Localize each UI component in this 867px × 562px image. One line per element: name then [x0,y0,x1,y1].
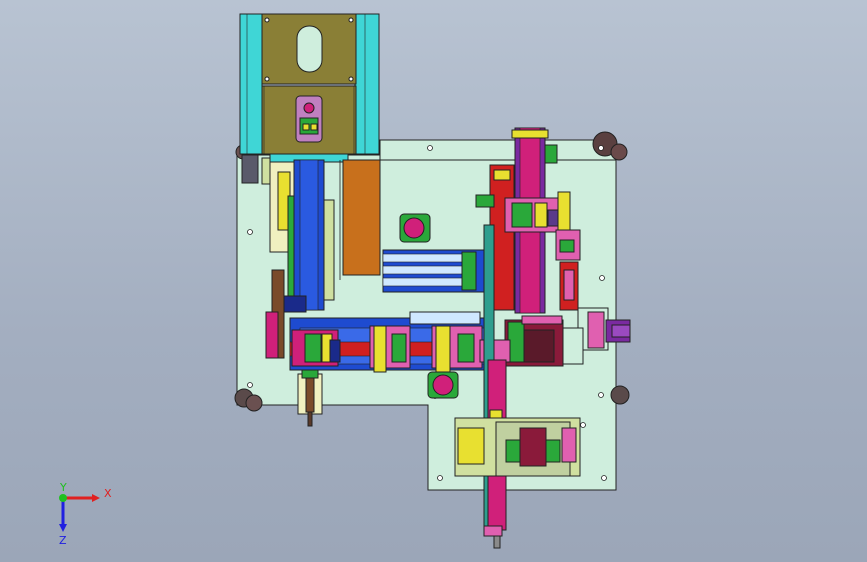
axis-triad: X Y Z [59,481,112,547]
foot [610,385,630,405]
tower-slot [296,25,323,73]
station-2 [369,325,411,373]
tower-frame-right [354,13,380,155]
y-axis-label: Y [59,481,67,494]
side-bracket [241,154,259,184]
station-1 [291,329,341,367]
foot [610,143,628,161]
foot [245,394,263,412]
z-axis-label: Z [59,534,67,547]
cad-model-canvas[interactable]: X Y Z [0,0,867,562]
base-plate-upper [379,139,617,161]
orange-plate [342,159,381,276]
x-axis-label: X [104,487,112,500]
cad-viewport[interactable]: X Y Z [0,0,867,562]
lower-pad [432,374,454,396]
tower-frame-left [239,13,263,155]
center-pad [403,217,425,239]
y-axis-dot [59,494,67,502]
station-3 [431,325,483,373]
